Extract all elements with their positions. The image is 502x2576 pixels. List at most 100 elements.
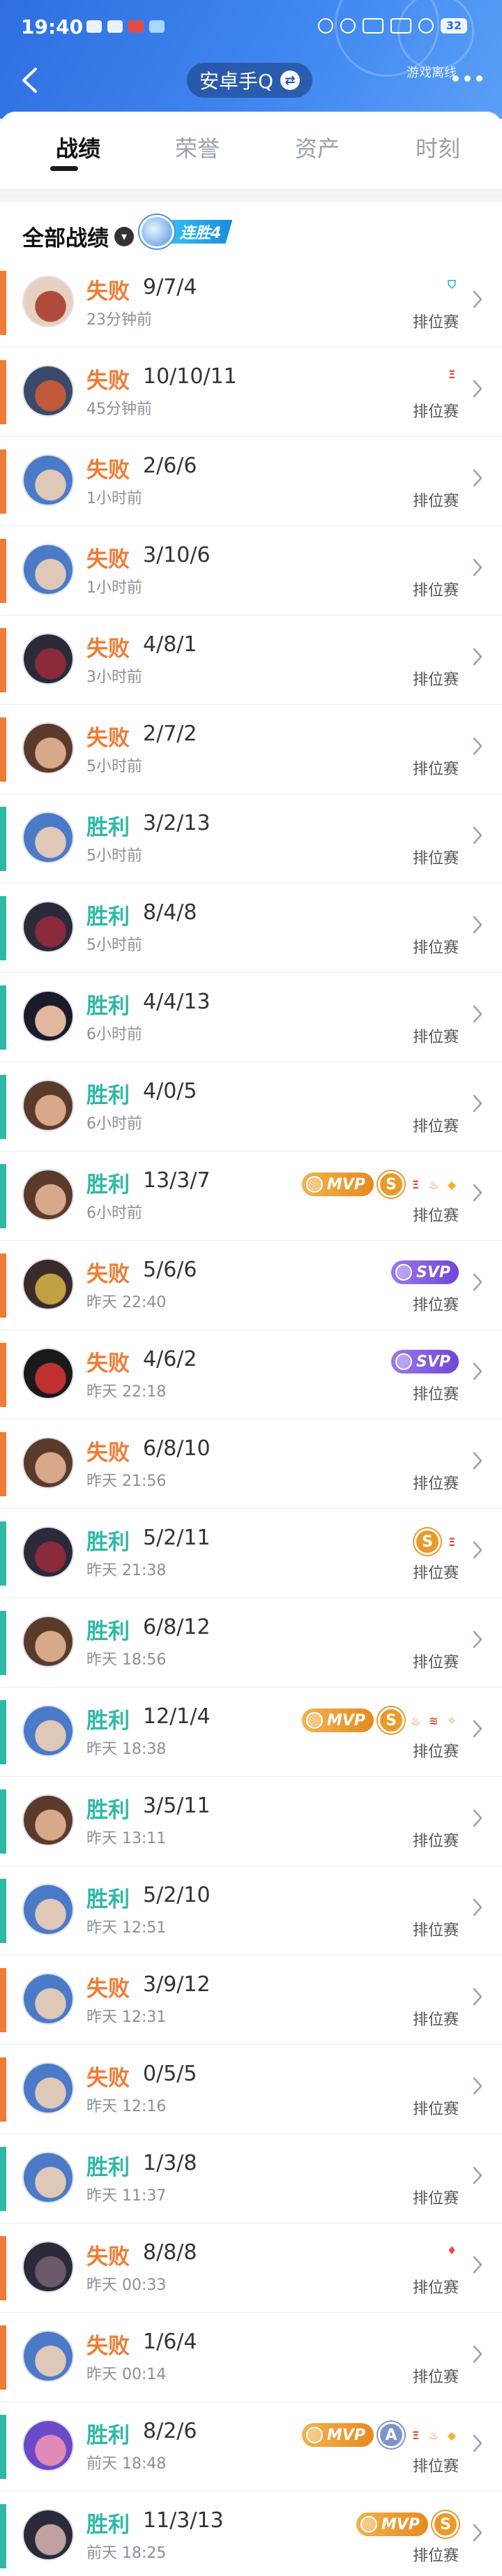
tab-assets[interactable]: 资产 xyxy=(268,131,366,163)
match-row[interactable]: 胜利 4/0/5 6小时前 排位赛 xyxy=(0,1062,502,1152)
match-row[interactable]: 失败 1/6/4 昨天 00:14 排位赛 xyxy=(0,2313,502,2402)
tab-record[interactable]: 战绩 xyxy=(29,131,127,163)
hero-avatar xyxy=(22,1526,74,1578)
match-row[interactable]: 失败 3/10/6 1小时前 排位赛 xyxy=(0,526,502,616)
gold-icon: ◆ xyxy=(447,1177,457,1191)
more-dot xyxy=(464,75,471,82)
match-result: 胜利 xyxy=(86,2423,130,2448)
drop-icon: ♦ xyxy=(446,2243,457,2257)
match-row[interactable]: 胜利 8/4/8 5小时前 排位赛 xyxy=(0,884,502,973)
match-time: 昨天 12:31 xyxy=(86,2009,167,2026)
hero-avatar xyxy=(22,276,74,327)
match-row[interactable]: 胜利 3/2/13 5小时前 排位赛 xyxy=(0,794,502,884)
match-time: 1小时前 xyxy=(86,579,142,597)
chevron-right-icon xyxy=(471,2433,484,2454)
match-row[interactable]: 失败 4/6/2 昨天 22:18 SVP 排位赛 xyxy=(0,1330,502,1420)
tab-moments[interactable]: 时刻 xyxy=(389,131,487,163)
match-kda: 5/2/10 xyxy=(143,1883,211,1907)
match-time: 昨天 21:56 xyxy=(86,1473,167,1490)
match-row[interactable]: 胜利 5/2/10 昨天 12:51 排位赛 xyxy=(0,1866,502,1956)
filter-label: 全部战绩 xyxy=(22,226,109,251)
active-tab-indicator xyxy=(50,166,78,171)
chevron-right-icon xyxy=(471,2522,484,2543)
back-icon xyxy=(22,68,37,93)
match-result: 胜利 xyxy=(86,1708,130,1734)
result-strip xyxy=(0,539,6,603)
match-time: 昨天 12:16 xyxy=(86,2098,167,2115)
network-icon xyxy=(363,18,383,33)
match-kda: 13/3/7 xyxy=(143,1168,211,1193)
streak-label: 连胜4 xyxy=(165,220,233,244)
match-row[interactable]: 胜利 8/2/6 前天 18:48 MVP A Ξ ♨ ◆ 排位赛 xyxy=(0,2402,502,2492)
match-row[interactable]: 失败 2/6/6 1小时前 排位赛 xyxy=(0,437,502,526)
more-button[interactable] xyxy=(452,75,482,82)
tab-honor[interactable]: 荣誉 xyxy=(149,131,246,163)
chevron-right-icon xyxy=(471,1004,484,1025)
match-result: 失败 xyxy=(86,547,130,572)
alarm-icon xyxy=(318,18,333,33)
match-row[interactable]: 失败 9/7/4 23分钟前 ⛉ 排位赛 xyxy=(0,258,502,348)
chevron-right-icon xyxy=(471,736,484,757)
mvp-badge: MVP xyxy=(301,1172,374,1196)
match-kda: 5/2/11 xyxy=(143,1526,211,1550)
more-dot xyxy=(452,75,459,82)
hero-avatar xyxy=(22,2152,74,2203)
match-row[interactable]: 胜利 11/3/13 前天 18:25 MVP S 排位赛 xyxy=(0,2492,502,2576)
mute-icon xyxy=(340,18,356,33)
hero-avatar xyxy=(22,1080,74,1131)
hero-avatar xyxy=(22,544,74,595)
match-row[interactable]: 胜利 1/3/8 昨天 11:37 排位赛 xyxy=(0,2134,502,2224)
result-strip xyxy=(0,1700,6,1764)
match-row[interactable]: 失败 2/7/2 5小时前 排位赛 xyxy=(0,705,502,794)
back-button[interactable] xyxy=(15,66,43,94)
match-time: 昨天 21:38 xyxy=(86,1562,167,1579)
result-strip xyxy=(0,1075,6,1139)
match-time: 5小时前 xyxy=(86,758,142,775)
match-row[interactable]: 失败 4/8/1 3小时前 排位赛 xyxy=(0,616,502,705)
result-strip xyxy=(0,1253,6,1318)
match-row[interactable]: 胜利 12/1/4 昨天 18:38 MVP S ♨ ≋ ✧ 排位赛 xyxy=(0,1688,502,1777)
account-switcher[interactable]: 安卓手Q ⇄ xyxy=(187,63,313,98)
match-mode: 排位赛 xyxy=(412,939,459,957)
match-row[interactable]: 失败 3/9/12 昨天 12:31 排位赛 xyxy=(0,1956,502,2045)
match-row[interactable]: 失败 10/10/11 45分钟前 Ξ 排位赛 xyxy=(0,348,502,437)
svp-label: SVP xyxy=(416,1353,450,1371)
tab-bar: 战绩 荣誉 资产 时刻 xyxy=(0,112,502,198)
match-row[interactable]: 胜利 5/2/11 昨天 21:38 SΞ 排位赛 xyxy=(0,1509,502,1598)
chevron-right-icon xyxy=(471,557,484,578)
chevron-right-icon xyxy=(471,378,484,399)
result-strip xyxy=(0,1521,6,1586)
hero-avatar xyxy=(22,2420,74,2471)
match-result: 胜利 xyxy=(86,2512,130,2538)
match-kda: 3/10/6 xyxy=(143,543,211,567)
match-mode: 排位赛 xyxy=(412,1565,459,1582)
match-badges: MVP A Ξ ♨ ◆ xyxy=(301,2422,459,2448)
match-row[interactable]: 失败 8/8/8 昨天 00:33 ♦ 排位赛 xyxy=(0,2224,502,2313)
match-result: 失败 xyxy=(86,2066,130,2091)
match-result: 失败 xyxy=(86,2244,130,2270)
notification-icons xyxy=(86,20,165,33)
match-kda: 2/7/2 xyxy=(143,722,197,746)
record-filter-dropdown[interactable]: 全部战绩 ▾ xyxy=(22,221,134,252)
fire-icon: ♨ xyxy=(428,1177,439,1191)
match-row[interactable]: 失败 0/5/5 昨天 12:16 排位赛 xyxy=(0,2045,502,2134)
match-result: 失败 xyxy=(86,1262,130,1287)
match-result: 胜利 xyxy=(86,1172,130,1198)
match-time: 昨天 18:56 xyxy=(86,1651,167,1669)
match-badges: SVP xyxy=(391,1260,459,1284)
result-strip xyxy=(0,2147,6,2211)
notification-icon xyxy=(86,20,102,33)
match-row[interactable]: 失败 6/8/10 昨天 21:56 排位赛 xyxy=(0,1420,502,1509)
match-row[interactable]: 胜利 6/8/12 昨天 18:56 排位赛 xyxy=(0,1598,502,1688)
match-result: 失败 xyxy=(86,458,130,483)
svp-label: SVP xyxy=(416,1263,450,1281)
hero-avatar xyxy=(22,1884,74,1935)
match-mode: 排位赛 xyxy=(412,1029,459,1046)
hero-avatar xyxy=(22,1169,74,1221)
match-row[interactable]: 胜利 3/5/11 昨天 13:11 排位赛 xyxy=(0,1777,502,1866)
match-row[interactable]: 胜利 4/4/13 6小时前 排位赛 xyxy=(0,973,502,1062)
match-kda: 2/6/6 xyxy=(143,454,197,478)
match-row[interactable]: 胜利 13/3/7 6小时前 MVP S Ξ ♨ ◆ 排位赛 xyxy=(0,1152,502,1241)
match-row[interactable]: 失败 5/6/6 昨天 22:40 SVP 排位赛 xyxy=(0,1241,502,1330)
chevron-right-icon xyxy=(471,2165,484,2186)
